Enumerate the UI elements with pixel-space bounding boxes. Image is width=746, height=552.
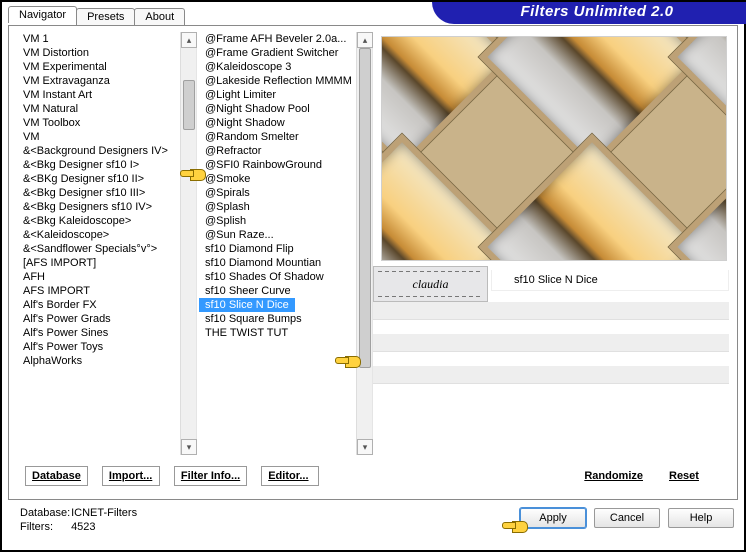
tab-navigator[interactable]: Navigator [8,6,77,23]
list-item[interactable]: @Kaleidoscope 3 [199,60,372,74]
list-item[interactable]: @Night Shadow [199,116,372,130]
scroll-up-icon[interactable]: ▴ [357,32,373,48]
list-item[interactable]: &<Sandflower Specials°v°> [17,242,196,256]
effect-preview [381,36,727,261]
list-item[interactable]: AlphaWorks [17,354,196,368]
author-signature: claudia [373,266,488,302]
list-item[interactable]: &<Bkg Designer sf10 III> [17,186,196,200]
reset-button[interactable]: Reset [663,467,721,485]
list-item[interactable]: @Frame Gradient Switcher [199,46,372,60]
list-item[interactable]: &<Background Designers IV> [17,144,196,158]
list-item[interactable]: Alf's Border FX [17,298,196,312]
database-label: Database: [20,506,68,520]
list-item[interactable]: &<Kaleidoscope> [17,228,196,242]
list-item[interactable]: VM Natural [17,102,196,116]
scroll-down-icon[interactable]: ▾ [181,439,197,455]
list-item[interactable]: sf10 Sheer Curve [199,284,372,298]
list-item[interactable]: @Sun Raze... [199,228,372,242]
scroll-thumb[interactable] [359,48,371,368]
list-item[interactable]: VM Toolbox [17,116,196,130]
filter-list[interactable]: @Frame AFH Beveler 2.0a...@Frame Gradien… [197,32,373,455]
cancel-button[interactable]: Cancel [594,508,660,528]
list-item[interactable]: @Splash [199,200,372,214]
list-item[interactable]: @Frame AFH Beveler 2.0a... [199,32,372,46]
list-item[interactable]: &<BKg Designer sf10 II> [17,172,196,186]
list-item[interactable]: AFS IMPORT [17,284,196,298]
list-item[interactable]: sf10 Square Bumps [199,312,372,326]
database-value: ICNET-Filters [71,507,137,519]
list-item[interactable]: VM Instant Art [17,88,196,102]
filters-value: 4523 [71,521,95,533]
category-list[interactable]: VM 1VM DistortionVM ExperimentalVM Extra… [15,32,197,455]
list-item[interactable]: &<Bkg Kaleidoscope> [17,214,196,228]
tab-about[interactable]: About [134,8,185,25]
list-item[interactable]: Alf's Power Grads [17,312,196,326]
param-row[interactable] [373,366,729,384]
list-item[interactable]: sf10 Diamond Mountian [199,256,372,270]
list-item[interactable]: @SFI0 RainbowGround [199,158,372,172]
database-button[interactable]: Database [25,466,88,486]
panel-linkbar: Database Import... Filter Info... Editor… [25,461,721,491]
list-item[interactable]: VM Distortion [17,46,196,60]
list-item[interactable]: sf10 Diamond Flip [199,242,372,256]
list-item[interactable]: THE TWIST TUT [199,326,372,340]
scroll-down-icon[interactable]: ▾ [357,439,373,455]
param-row[interactable] [373,302,729,320]
list-item[interactable]: Alf's Power Toys [17,340,196,354]
list-item[interactable]: VM [17,130,196,144]
editor-button[interactable]: Editor... [261,466,319,486]
list-item[interactable]: @Night Shadow Pool [199,102,372,116]
preview-column: claudia sf10 Slice N Dice [373,32,731,455]
list-item[interactable]: @Splish [199,214,372,228]
scroll-up-icon[interactable]: ▴ [181,32,197,48]
list-item[interactable]: VM Experimental [17,60,196,74]
list-item[interactable]: sf10 Slice N Dice [199,298,295,312]
tab-row: Navigator Presets About [8,6,184,23]
footer: Database: ICNET-Filters Filters: 4523 Ap… [12,504,734,544]
main-panel: VM 1VM DistortionVM ExperimentalVM Extra… [8,25,738,500]
status-info: Database: ICNET-Filters Filters: 4523 [20,506,137,534]
list-item[interactable]: VM Extravaganza [17,74,196,88]
filters-label: Filters: [20,520,68,534]
list-item[interactable]: VM 1 [17,32,196,46]
list-item[interactable]: [AFS IMPORT] [17,256,196,270]
list-item[interactable]: &<Bkg Designer sf10 I> [17,158,196,172]
list-item[interactable]: @Refractor [199,144,372,158]
category-scrollbar[interactable]: ▴ ▾ [180,32,196,455]
scroll-thumb[interactable] [183,80,195,130]
selected-filter-name: sf10 Slice N Dice [491,270,729,291]
list-item[interactable]: @Smoke [199,172,372,186]
help-button[interactable]: Help [668,508,734,528]
filter-scrollbar[interactable]: ▴ ▾ [356,32,372,455]
list-item[interactable]: &<Bkg Designers sf10 IV> [17,200,196,214]
list-item[interactable]: Alf's Power Sines [17,326,196,340]
app-title: Filters Unlimited 2.0 [432,2,746,24]
list-item[interactable]: @Light Limiter [199,88,372,102]
list-item[interactable]: AFH [17,270,196,284]
apply-button[interactable]: Apply [520,508,586,528]
import-button[interactable]: Import... [102,466,160,486]
list-item[interactable]: @Random Smelter [199,130,372,144]
list-item[interactable]: sf10 Shades Of Shadow [199,270,372,284]
window-frame: Filters Unlimited 2.0 Navigator Presets … [0,0,746,552]
action-buttons: Apply Cancel Help [520,508,734,528]
list-item[interactable]: @Spirals [199,186,372,200]
tab-presets[interactable]: Presets [76,8,135,25]
param-row[interactable] [373,334,729,352]
randomize-button[interactable]: Randomize [578,467,649,485]
list-item[interactable]: @Lakeside Reflection MMMM [199,74,372,88]
filter-info-button[interactable]: Filter Info... [174,466,247,486]
